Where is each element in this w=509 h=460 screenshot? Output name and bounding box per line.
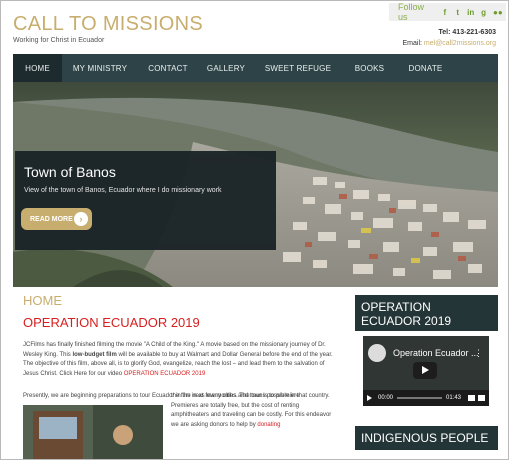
- total-time: 01:43: [445, 395, 461, 401]
- google-plus-icon[interactable]: g: [480, 8, 487, 17]
- nav-my-ministry[interactable]: MY MINISTRY: [62, 54, 138, 82]
- seek-bar[interactable]: [397, 397, 442, 399]
- slide-description: View of the town of Banos, Ecuador where…: [24, 187, 222, 194]
- article-image: [23, 405, 163, 459]
- read-more-button[interactable]: READ MORE ›: [21, 208, 92, 230]
- hero-slider[interactable]: Town of Banos View of the town of Banos,…: [13, 82, 498, 287]
- nav-contact[interactable]: CONTACT: [138, 54, 198, 82]
- facebook-icon[interactable]: f: [441, 8, 448, 17]
- donating-link[interactable]: donating: [257, 422, 280, 428]
- nav-books[interactable]: BOOKS: [342, 54, 397, 82]
- video-controls: 00:00 01:43: [363, 390, 489, 406]
- article-title[interactable]: OPERATION ECUADOR 2019: [23, 315, 200, 330]
- video-title[interactable]: Operation Ecuador ...: [393, 348, 479, 358]
- article-paragraph: JCFilms has finally finished filming the…: [23, 341, 333, 379]
- tour-paragraph-end: the film in as many cities and towns pos…: [171, 392, 333, 430]
- tour-text-continued: the film in as many cities and towns pos…: [171, 393, 332, 428]
- linkedin-icon[interactable]: in: [467, 8, 474, 17]
- follow-us-label: Follow us: [398, 2, 425, 22]
- contact-email: Email: mel@call2missions.org: [403, 40, 496, 47]
- site-title[interactable]: CALL TO MISSIONS: [13, 13, 203, 36]
- social-bar: Follow us f t in g ●●: [389, 2, 506, 22]
- arrow-right-icon: ›: [74, 212, 88, 226]
- email-link[interactable]: mel@call2missions.org: [424, 40, 496, 47]
- page-frame: CALL TO MISSIONS Working for Christ in E…: [0, 0, 509, 460]
- play-button[interactable]: [367, 395, 372, 401]
- nav-donate[interactable]: DONATE: [397, 54, 454, 82]
- flickr-icon[interactable]: ●●: [493, 8, 503, 17]
- read-more-label: READ MORE: [30, 215, 73, 223]
- channel-avatar[interactable]: [368, 344, 386, 362]
- slider-caption: Town of Banos View of the town of Banos,…: [15, 151, 276, 250]
- email-label: Email:: [402, 40, 422, 47]
- nav-home[interactable]: HOME: [13, 54, 62, 82]
- paragraph-bold-text: low-budget film: [72, 351, 117, 358]
- sidebar-widget-title-operation-ecuador: OPERATION ECUADOR 2019: [355, 295, 498, 331]
- contact-telephone: Tel: 413-221-6303: [438, 29, 496, 36]
- slide-title: Town of Banos: [24, 164, 116, 180]
- more-options-icon[interactable]: ⋮: [474, 348, 483, 359]
- article-photo: [23, 405, 163, 459]
- play-icon[interactable]: [413, 362, 437, 379]
- fullscreen-icon[interactable]: [478, 395, 485, 401]
- volume-icon[interactable]: [468, 395, 475, 401]
- twitter-icon[interactable]: t: [454, 8, 461, 17]
- page-title: HOME: [23, 293, 62, 308]
- site-tagline: Working for Christ in Ecuador: [13, 37, 105, 44]
- tour-paragraph-start: Presently, we are beginning preparations…: [23, 392, 300, 402]
- sidebar-widget-title-indigenous-people: INDIGENOUS PEOPLE: [355, 426, 498, 450]
- current-time: 00:00: [378, 395, 394, 401]
- main-navigation: HOME MY MINISTRY CONTACT GALLERY SWEET R…: [13, 54, 498, 82]
- nav-gallery[interactable]: GALLERY: [198, 54, 254, 82]
- nav-sweet-refuge[interactable]: SWEET REFUGE: [254, 54, 342, 82]
- video-link[interactable]: OPERATION ECUADOR 2019: [124, 371, 206, 377]
- video-player[interactable]: Operation Ecuador ... ⋮ 00:00 01:43: [363, 336, 489, 406]
